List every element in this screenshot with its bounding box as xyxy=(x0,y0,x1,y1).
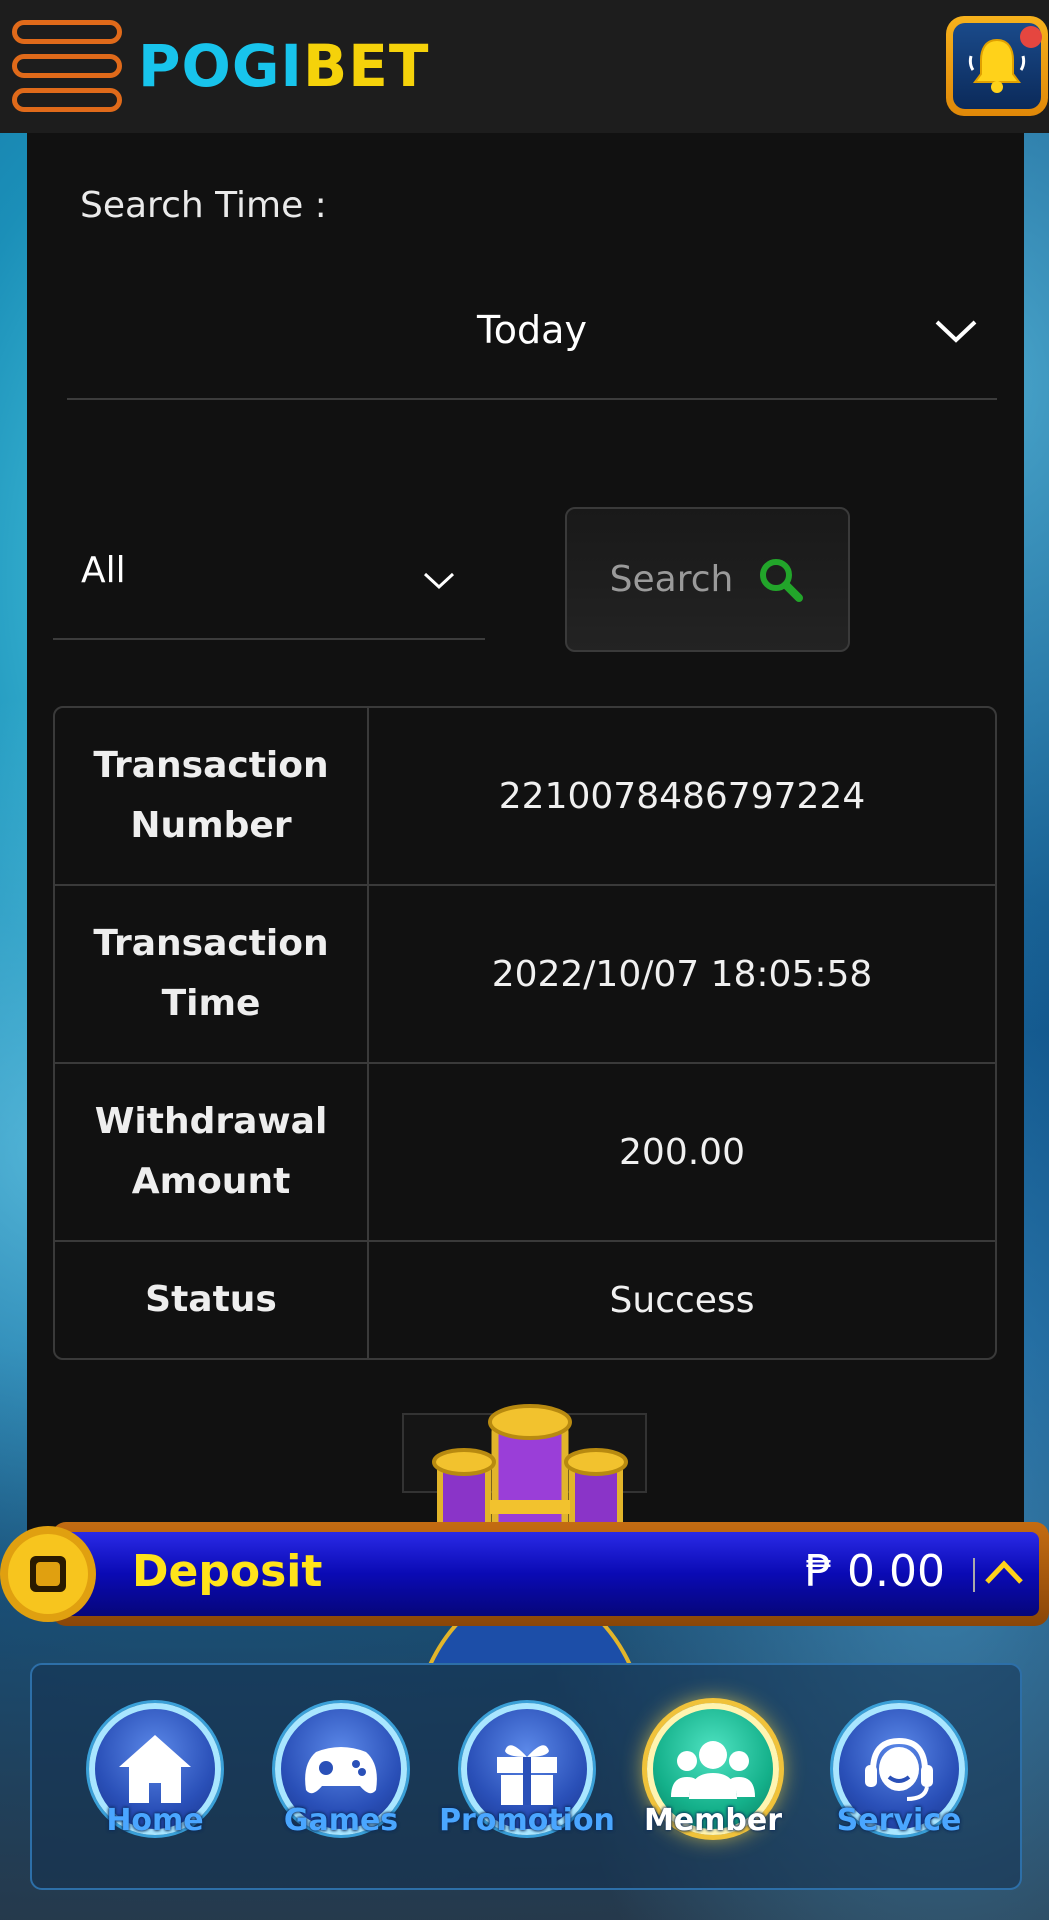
table-row: Withdrawal Amount 200.00 xyxy=(55,1064,995,1242)
balance-amount: ₱ 0.00 xyxy=(805,1546,945,1597)
period-select[interactable]: Today xyxy=(67,290,997,400)
nav-member[interactable]: Member xyxy=(638,1703,788,1873)
nav-home[interactable]: Home xyxy=(80,1703,230,1873)
chevron-down-icon xyxy=(423,572,455,590)
nav-label: Games xyxy=(283,1803,399,1838)
row-label: Withdrawal Amount xyxy=(55,1064,369,1240)
gamepad-icon xyxy=(305,1747,377,1794)
table-row: Transaction Time 2022/10/07 18:05:58 xyxy=(55,886,995,1064)
nav-service[interactable]: Service xyxy=(824,1703,974,1873)
logo[interactable]: POGIBET xyxy=(138,30,429,102)
table-row: Status Success xyxy=(55,1242,995,1358)
menu-icon[interactable] xyxy=(12,20,122,112)
deposit-label: Deposit xyxy=(132,1546,323,1597)
coin-icon xyxy=(0,1526,96,1622)
row-value: 200.00 xyxy=(619,1131,745,1173)
notification-button[interactable] xyxy=(946,16,1048,116)
row-label: Transaction Number xyxy=(55,708,369,884)
row-value: 2022/10/07 18:05:58 xyxy=(491,953,873,995)
notification-dot xyxy=(1020,26,1042,48)
row-value: 2210078486797224 xyxy=(498,775,866,817)
headset-icon xyxy=(865,1737,933,1801)
chevron-down-icon xyxy=(935,320,977,343)
transaction-table: Transaction Number 2210078486797224 Tran… xyxy=(53,706,997,1360)
home-icon xyxy=(119,1735,191,1803)
deposit-bar[interactable]: Deposit ₱ 0.00 xyxy=(0,1520,1049,1628)
bottom-nav: Home Games Promotion Member Service xyxy=(30,1663,1022,1890)
type-value: All xyxy=(81,550,126,591)
gift-icon xyxy=(497,1745,557,1805)
row-value: Success xyxy=(609,1279,755,1321)
nav-label: Home xyxy=(106,1803,204,1838)
search-time-label: Search Time : xyxy=(80,185,327,226)
logo-text-pogi: POGI xyxy=(138,32,304,100)
nav-label: Promotion xyxy=(439,1803,615,1838)
table-row: Transaction Number 2210078486797224 xyxy=(55,708,995,886)
chevron-up-icon[interactable] xyxy=(983,1552,1025,1594)
row-label: Transaction Time xyxy=(55,886,369,1062)
nav-promotion[interactable]: Promotion xyxy=(439,1703,615,1873)
search-icon xyxy=(760,558,804,602)
logo-text-bet: BET xyxy=(303,32,430,100)
type-select[interactable]: All xyxy=(53,520,485,640)
nav-label: Service xyxy=(836,1803,962,1838)
nav-games[interactable]: Games xyxy=(266,1703,416,1873)
divider xyxy=(973,1558,975,1592)
nav-label: Member xyxy=(643,1803,783,1838)
member-icon xyxy=(671,1741,755,1799)
period-value: Today xyxy=(477,308,587,352)
row-label: Status xyxy=(55,1242,369,1358)
search-button[interactable]: Search xyxy=(565,507,850,652)
top-header: POGIBET xyxy=(0,0,1049,133)
search-button-label: Search xyxy=(609,559,734,600)
